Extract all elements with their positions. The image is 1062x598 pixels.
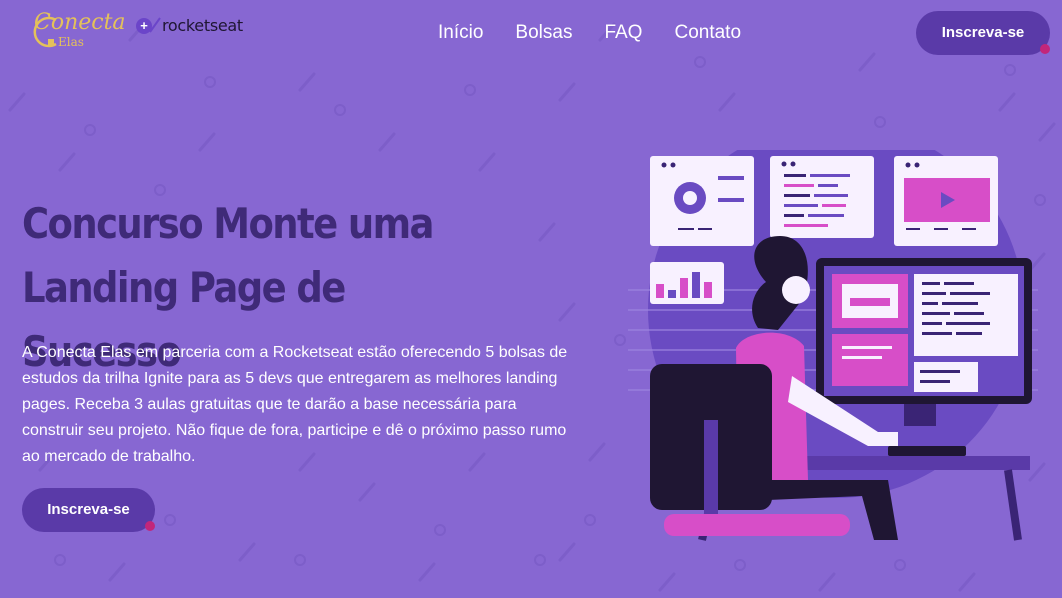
logo-elas-text: Elas <box>58 35 84 49</box>
hero-title-line1: Concurso Monte uma <box>22 199 434 248</box>
gear-card <box>650 156 754 246</box>
hero-signup-button[interactable]: Inscreva-se <box>22 488 155 532</box>
rocket-icon <box>149 17 161 33</box>
logo-rocketseat-text: rocketseat <box>162 16 243 35</box>
video-card <box>894 156 998 246</box>
developer-illustration <box>628 150 1038 541</box>
code-card <box>770 156 874 238</box>
bar-chart-card <box>650 262 724 304</box>
main-nav: Início Bolsas FAQ Contato <box>438 22 741 44</box>
header-signup-button[interactable]: Inscreva-se <box>916 11 1050 55</box>
header-signup-label: Inscreva-se <box>941 24 1025 41</box>
nav-item-faq[interactable]: FAQ <box>604 22 642 44</box>
site-header: Conecta Elas + rocketseat Início Bolsas … <box>0 0 1062 66</box>
logo-conecta-text: Conecta <box>34 10 126 35</box>
hero-signup-label: Inscreva-se <box>47 501 130 518</box>
accent-dot <box>145 521 155 531</box>
nav-item-bolsas[interactable]: Bolsas <box>515 22 572 44</box>
brand-logo[interactable]: Conecta Elas + rocketseat <box>30 10 280 52</box>
hero-description: A Conecta Elas em parceria com a Rockets… <box>22 344 568 465</box>
accent-dot <box>1040 44 1050 54</box>
nav-item-inicio[interactable]: Início <box>438 22 483 44</box>
nav-item-contato[interactable]: Contato <box>674 22 741 44</box>
